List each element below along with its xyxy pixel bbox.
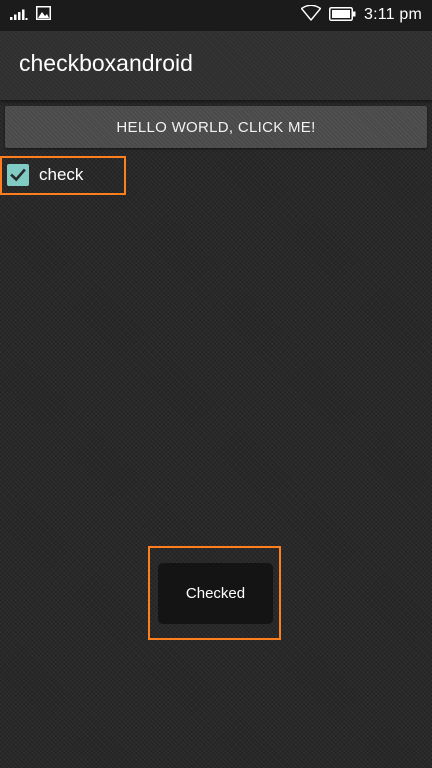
status-time: 3:11 pm	[363, 6, 422, 23]
app-title: checkboxandroid	[19, 50, 193, 76]
status-bar: 3:11 pm	[0, 0, 432, 31]
status-right-area: 3:11 pm	[300, 4, 422, 25]
action-bar: checkboxandroid	[0, 31, 432, 100]
toast-text: Checked	[185, 585, 246, 602]
battery-icon	[328, 6, 356, 25]
status-left-icons	[10, 6, 51, 24]
checkbox-label: check	[39, 165, 84, 184]
screen: 3:11 pm checkboxandroid HELLO WORLD, CLI…	[0, 0, 432, 768]
checkbox-checked-icon[interactable]	[7, 164, 29, 186]
toast-message: Checked	[158, 563, 273, 624]
check-checkbox[interactable]: check	[7, 162, 83, 188]
signal-icon	[10, 5, 28, 24]
hello-world-button[interactable]: HELLO WORLD, CLICK ME!	[5, 106, 427, 148]
wifi-icon	[300, 4, 322, 25]
image-notification-icon	[36, 5, 51, 24]
